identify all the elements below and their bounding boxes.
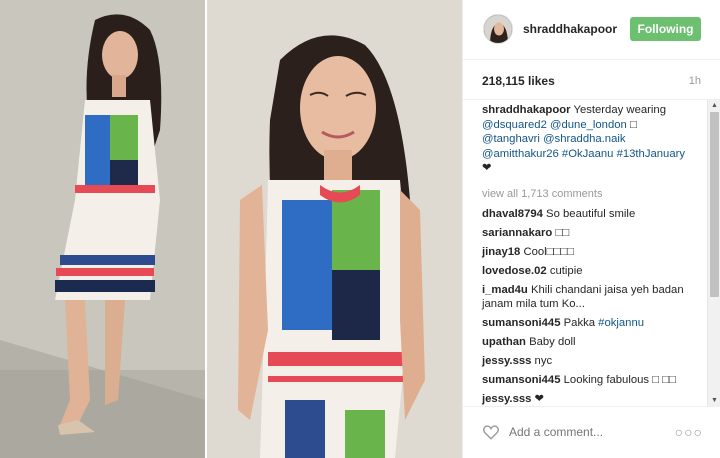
post-meta: 218,115 likes 1h	[463, 60, 720, 100]
view-all-comments-link[interactable]: view all 1,713 comments	[482, 188, 697, 200]
comment-text: nyc	[531, 355, 553, 367]
comment-row: sumansoni445 Pakka #okjannu	[482, 316, 697, 331]
comment-row: upathan Baby doll	[482, 335, 697, 350]
comment-row: sariannakaro □□	[482, 226, 697, 241]
comment-row: i_mad4u Khili chandani jaisa yeh badan j…	[482, 283, 697, 312]
comment-row: lovedose.02 cutipie	[482, 264, 697, 279]
comment-row: jessy.sss nyc	[482, 354, 697, 369]
comment-row: sumansoni445 Looking fabulous □ □□	[482, 373, 697, 388]
comment-username[interactable]: jessy.sss	[482, 355, 531, 367]
caption-tag-link[interactable]: @shraddha.naik	[543, 133, 625, 145]
comment-username[interactable]: upathan	[482, 336, 526, 348]
post-photo	[0, 0, 462, 458]
comment-row: jessy.sss ❤	[482, 392, 697, 406]
comment-username[interactable]: lovedose.02	[482, 265, 547, 277]
likes-count[interactable]: 218,115 likes	[482, 74, 555, 88]
comment-text: ❤	[531, 393, 545, 405]
comment-text: Pakka	[560, 317, 599, 329]
comment-tag-link[interactable]: #okjannu	[598, 317, 644, 329]
add-comment-input[interactable]	[509, 424, 669, 440]
caption-tag-link[interactable]: @amitthakur26	[482, 148, 559, 160]
comments-list: shraddhakapoor Yesterday wearing @dsquar…	[463, 100, 707, 406]
scroll-up-arrow-icon[interactable]: ▲	[711, 102, 718, 109]
heart-outline-icon[interactable]	[482, 423, 500, 441]
avatar-image	[484, 15, 512, 43]
comment-username[interactable]: sumansoni445	[482, 317, 560, 329]
post-caption: shraddhakapoor Yesterday wearing @dsquar…	[482, 103, 697, 176]
caption-text-segment: Yesterday wearing	[570, 104, 666, 116]
avatar[interactable]	[483, 14, 513, 44]
following-button[interactable]: Following	[630, 17, 701, 41]
comment-row: jinay18 Cool□□□□	[482, 245, 697, 260]
comment-text: Looking fabulous □ □□	[560, 374, 676, 386]
comment-text: So beautiful smile	[542, 207, 636, 220]
comments-scrollbar[interactable]: ▲ ▼	[707, 100, 720, 406]
post-timestamp[interactable]: 1h	[689, 75, 701, 87]
username-link[interactable]: shraddhakapoor	[523, 22, 617, 36]
comment-username[interactable]: sariannakaro	[482, 227, 552, 239]
scroll-down-arrow-icon[interactable]: ▼	[711, 397, 718, 404]
comment-username[interactable]: i_mad4u	[482, 284, 528, 296]
comment-text: Cool□□□□	[520, 245, 574, 258]
comment-username[interactable]: dhaval8794	[482, 208, 543, 220]
caption-tag-link[interactable]: #OkJaanu	[562, 148, 614, 160]
caption-text-segment: □	[626, 118, 637, 131]
caption-tag-link[interactable]: @dune_london	[550, 119, 627, 131]
comment-username[interactable]: jessy.sss	[482, 393, 531, 405]
comment-username[interactable]: jinay18	[482, 246, 520, 258]
caption-username[interactable]: shraddhakapoor	[482, 104, 571, 116]
post-photo-image	[0, 0, 462, 458]
comment-footer: ○○○	[463, 406, 720, 458]
post-header: shraddhakapoor Following	[463, 0, 720, 60]
caption-tag-link[interactable]: @dsquared2	[482, 119, 547, 131]
caption-tag-link[interactable]: #13thJanuary	[617, 148, 685, 160]
comment-row: dhaval8794 So beautiful smile	[482, 207, 697, 222]
post-side-panel: shraddhakapoor Following 218,115 likes 1…	[462, 0, 720, 458]
comment-text: □□	[552, 226, 570, 239]
comment-text: cutipie	[546, 264, 583, 277]
comment-text: Baby doll	[525, 336, 576, 348]
scrollbar-thumb[interactable]	[710, 112, 719, 297]
post-viewer: shraddhakapoor Following 218,115 likes 1…	[0, 0, 720, 458]
caption-text-segment: ❤	[482, 162, 492, 174]
comment-rows: dhaval8794 So beautiful smile sariannakar…	[482, 207, 697, 407]
comment-username[interactable]: sumansoni445	[482, 374, 560, 386]
ellipsis-icon[interactable]: ○○○	[675, 424, 703, 440]
caption-tag-link[interactable]: @tanghavri	[482, 133, 540, 145]
